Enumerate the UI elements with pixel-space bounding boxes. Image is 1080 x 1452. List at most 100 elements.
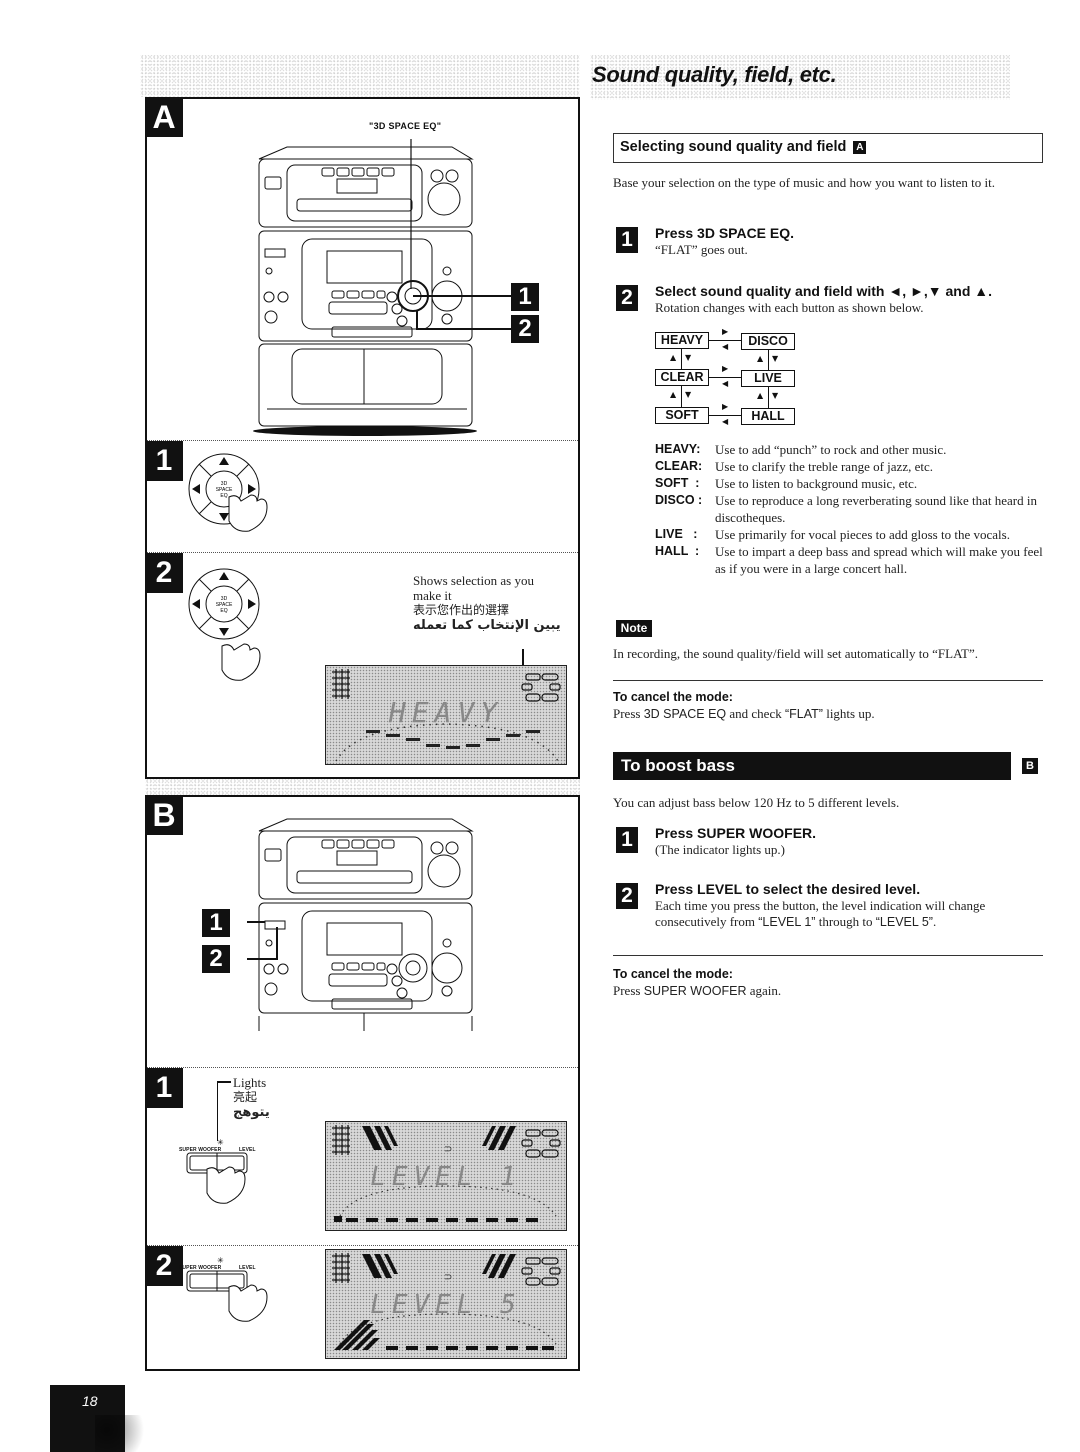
section-heading-select: Selecting sound quality and field A xyxy=(613,133,1043,163)
step-number-badge: 2 xyxy=(616,285,638,311)
definition-term: LIVE : xyxy=(655,527,698,541)
eq-dial-press-center-illustration: 3D SPACE EQ xyxy=(188,453,268,532)
lcd-display-level-5: ⊃ LEVEL 5 xyxy=(325,1249,567,1359)
scan-texture xyxy=(145,779,580,795)
lights-pointer-line xyxy=(217,1081,231,1083)
step-heading: Press LEVEL to select the desired level. xyxy=(655,881,921,897)
level-name: “LEVEL 5” xyxy=(875,915,933,929)
annotation-arabic: يبين الإنتخاب كما تعمله xyxy=(413,618,561,633)
page-title: Sound quality, field, etc. xyxy=(592,62,837,87)
step-2-badge: 2 xyxy=(145,553,183,593)
step-description: Rotation changes with each button as sho… xyxy=(655,300,924,315)
annotation-english: Lights xyxy=(233,1075,267,1090)
note-text: In recording, the sound quality/field wi… xyxy=(613,646,978,661)
lights-pointer-line xyxy=(217,1081,219,1141)
callout-step-2-badge: 2 xyxy=(511,315,539,343)
select-step-2: 2 Select sound quality and field with ◄,… xyxy=(613,283,1043,316)
text-fragment: . xyxy=(932,914,937,929)
step-number-badge: 1 xyxy=(616,827,638,853)
callout-step-1-badge: 1 xyxy=(511,283,539,311)
definition-row: LIVE : Use primarily for vocal pieces to… xyxy=(655,526,1045,543)
key-name: “FLAT” xyxy=(784,707,823,721)
svg-text:✳: ✳ xyxy=(217,1138,224,1147)
definition-term: HALL : xyxy=(655,544,700,558)
definition-row: HALL : Use to impart a deep bass and spr… xyxy=(655,543,1045,577)
key-name: 3D SPACE EQ xyxy=(643,707,727,721)
text-fragment: and check xyxy=(726,706,785,721)
definition-text: Use to reproduce a long reverberating so… xyxy=(715,493,1037,525)
up-arrow-icon: ▲ xyxy=(757,391,764,400)
right-arrow-icon: ▶ xyxy=(722,402,729,411)
connector-line xyxy=(681,386,682,407)
scan-texture xyxy=(95,1415,155,1452)
connector-line xyxy=(709,340,741,342)
mode-rotation-diagram: HEAVY CLEAR SOFT DISCO LIVE HALL ▶ ◀ ▶ ◀… xyxy=(655,327,815,430)
cancel-mode-heading: To cancel the mode: xyxy=(613,967,733,981)
left-arrow-icon: ◀ xyxy=(722,379,729,388)
cancel-mode-heading: To cancel the mode: xyxy=(613,690,733,704)
text-fragment: Press xyxy=(613,983,644,998)
step-1-badge: 1 xyxy=(145,441,183,481)
level-button-press-illustration: ✳ xyxy=(186,1256,268,1322)
mode-box-hall: HALL xyxy=(741,408,795,425)
step-1-badge: 1 xyxy=(145,1068,183,1108)
figure-ref-badge: B xyxy=(1022,758,1038,774)
connector-line xyxy=(768,350,769,370)
definition-term: HEAVY: xyxy=(655,442,701,456)
mode-definitions-list: HEAVY: Use to add “punch” to rock and ot… xyxy=(655,441,1045,577)
definition-text: Use to listen to background music, etc. xyxy=(715,476,918,491)
definition-term: DISCO : xyxy=(655,493,703,507)
definition-row: DISCO : Use to reproduce a long reverber… xyxy=(655,492,1045,526)
down-arrow-icon: ▼ xyxy=(772,354,779,363)
annotation-arabic: يتوهج xyxy=(233,1105,270,1120)
definition-text: Use to add “punch” to rock and other mus… xyxy=(715,442,947,457)
right-arrow-icon: ▶ xyxy=(722,327,729,336)
step-heading: Press 3D SPACE EQ. xyxy=(655,225,795,241)
step-heading: Press SUPER WOOFER. xyxy=(655,825,817,841)
cancel-mode-text: Press 3D SPACE EQ and check “FLAT” light… xyxy=(613,705,1043,723)
svg-text:⊃: ⊃ xyxy=(444,1272,452,1283)
up-arrow-icon: ▲ xyxy=(670,390,677,399)
cancel-mode-select: To cancel the mode: Press 3D SPACE EQ an… xyxy=(613,689,1043,723)
annotation-english-line2: make it xyxy=(413,588,452,603)
down-arrow-icon: ▼ xyxy=(685,390,692,399)
connector-line xyxy=(709,377,741,379)
space-eq-callout-label: "3D SPACE EQ" xyxy=(369,121,442,131)
down-arrow-icon: ▼ xyxy=(772,391,779,400)
step-divider xyxy=(147,552,578,553)
text-fragment: lights up. xyxy=(822,706,875,721)
figure-b-panel: B 1 2 1 Lights 亮起 يتوهج SUPER WOOFER LEV… xyxy=(145,795,580,1371)
svg-text:⊃: ⊃ xyxy=(444,1144,452,1155)
svg-text:✳: ✳ xyxy=(217,1256,224,1265)
divider-rule xyxy=(613,680,1043,681)
connector-line xyxy=(768,387,769,408)
lcd-display-level-1: ⊃ LEVEL 1 xyxy=(325,1121,567,1231)
definition-row: CLEAR: Use to clarify the treble range o… xyxy=(655,458,1045,475)
callout-step-2-badge: 2 xyxy=(202,945,230,973)
up-arrow-icon: ▲ xyxy=(670,353,677,362)
mode-box-soft: SOFT xyxy=(655,407,709,424)
cancel-mode-text: Press SUPER WOOFER again. xyxy=(613,982,1043,1000)
lcd-display-text: LEVEL 1 xyxy=(370,1162,522,1192)
level-name: “LEVEL 1” xyxy=(758,915,816,929)
annotation-chinese: 亮起 xyxy=(233,1090,258,1104)
text-fragment: Press xyxy=(613,706,644,721)
mode-box-clear: CLEAR xyxy=(655,369,709,386)
connector-line xyxy=(709,415,741,417)
step-number-badge: 2 xyxy=(616,883,638,909)
key-name: SUPER WOOFER xyxy=(643,984,747,998)
mode-box-disco: DISCO xyxy=(741,333,795,350)
svg-text:EQ: EQ xyxy=(220,493,227,499)
lights-annotation: Lights 亮起 يتوهج xyxy=(233,1075,270,1120)
step-divider xyxy=(147,1067,578,1068)
step-description: (The indicator lights up.) xyxy=(655,842,785,857)
figure-b-label: B xyxy=(145,795,183,835)
down-arrow-icon: ▼ xyxy=(685,353,692,362)
step-divider xyxy=(147,440,578,441)
up-arrow-icon: ▲ xyxy=(757,354,764,363)
text-fragment: again. xyxy=(746,983,782,998)
definition-row: HEAVY: Use to add “punch” to rock and ot… xyxy=(655,441,1045,458)
step-heading: Select sound quality and field with ◄, ►… xyxy=(655,283,993,299)
stereo-system-illustration xyxy=(247,818,474,1031)
definition-text: Use primarily for vocal pieces to add gl… xyxy=(715,527,1010,542)
